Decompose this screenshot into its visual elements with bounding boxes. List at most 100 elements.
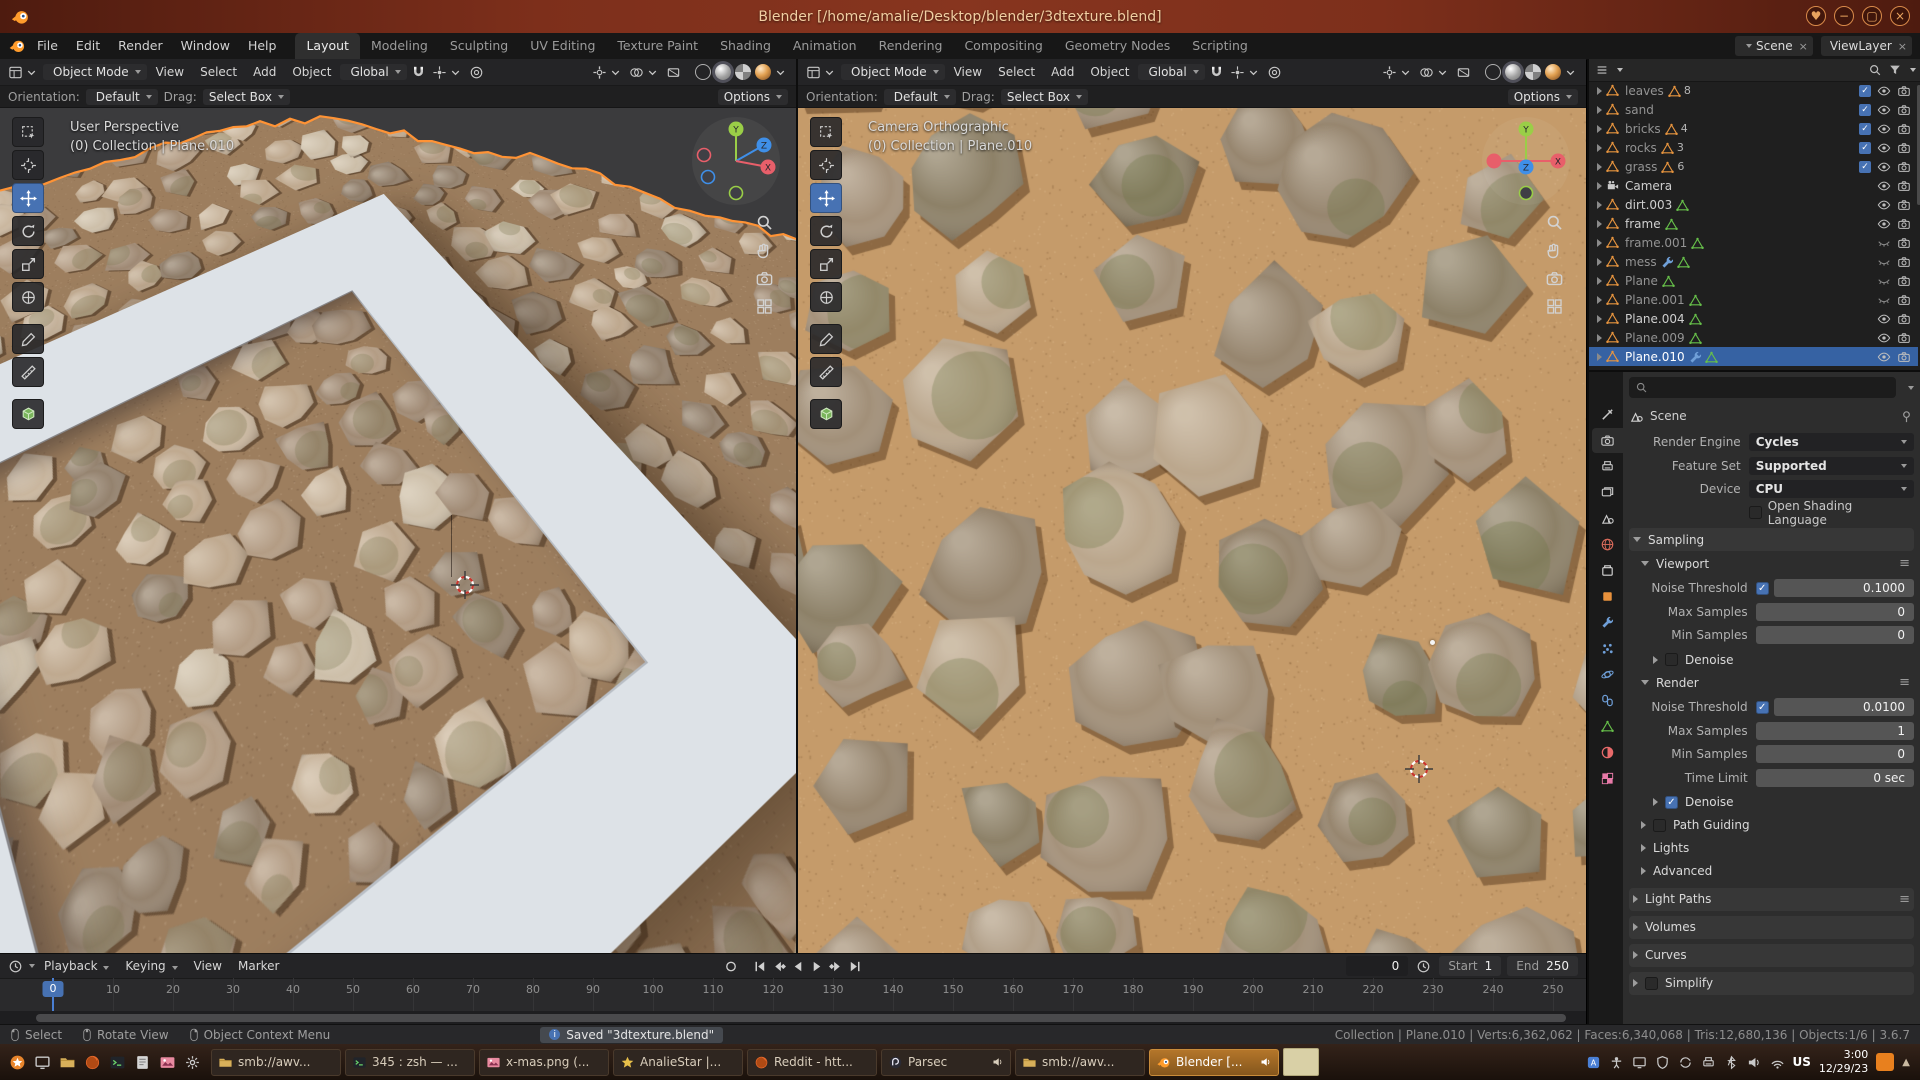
tool-move-button[interactable] [810,183,842,213]
orientation-dropdown[interactable]: Default [884,89,956,105]
tray-volume-icon[interactable] [1747,1055,1762,1070]
orientation-dropdown[interactable]: Default [86,89,158,105]
properties-tab-material[interactable] [1592,740,1623,765]
workspace-tab-layout[interactable]: Layout [295,33,360,59]
viewport-right-canvas-area[interactable]: Camera Orthographic (0) Collection | Pla… [798,107,1586,953]
disclosure-icon[interactable] [1597,87,1602,95]
properties-tab-texture[interactable] [1592,766,1623,791]
play-reverse-button[interactable] [791,959,806,974]
filter-icon[interactable] [1888,63,1902,77]
render-denoise-checkbox[interactable]: ✓ [1665,796,1678,809]
autokey-record-button[interactable] [724,959,739,974]
tool-scale-button[interactable] [12,249,44,279]
disable-render-icon[interactable] [1897,255,1911,269]
shading-dropdown[interactable] [1561,64,1580,81]
tray-accessibility-icon[interactable] [1609,1055,1624,1070]
launcher-image-viewer-icon[interactable] [156,1051,178,1073]
shading-solid-button[interactable] [715,64,731,80]
disable-render-icon[interactable] [1897,217,1911,231]
transform-orientation-dropdown[interactable]: Global [1138,64,1204,80]
feature-set-dropdown[interactable]: Supported [1749,457,1914,475]
hide-viewport-icon[interactable] [1877,236,1891,250]
workspace-tab-texture-paint[interactable]: Texture Paint [606,33,709,59]
workspace-tab-compositing[interactable]: Compositing [953,33,1053,59]
outliner-editor-icon[interactable] [1595,63,1609,77]
taskbar-clock[interactable]: 3:00 12/29/23 [1819,1048,1868,1076]
editor-type-button[interactable] [6,64,41,81]
shading-wireframe-button[interactable] [695,64,711,80]
outliner-item-plane-010[interactable]: Plane.010 [1589,347,1918,366]
menu-view[interactable]: View [947,65,989,79]
mode-dropdown[interactable]: Object Mode [43,64,147,80]
menu-file[interactable]: File [28,33,67,59]
section-render-denoise[interactable]: ✓Denoise [1629,791,1914,814]
menu-select[interactable]: Select [991,65,1042,79]
next-keyframe-button[interactable] [829,959,844,974]
options-dropdown[interactable]: Options [1508,89,1578,105]
disclosure-icon[interactable] [1597,125,1602,133]
taskbar-window-firefox[interactable]: Reddit - htt... [747,1049,877,1076]
tool-measure-button[interactable] [810,357,842,387]
tool-cursor-button[interactable] [12,150,44,180]
xray-toggle[interactable] [1454,64,1473,81]
properties-tab-render[interactable] [1592,428,1623,453]
notifications-icon[interactable] [1876,1053,1894,1071]
tray-display-icon[interactable] [1632,1055,1647,1070]
frame-start-field[interactable]: Start1 [1439,956,1501,976]
launcher-settings-icon[interactable] [181,1051,203,1073]
pan-hand-icon[interactable] [1545,241,1564,260]
outliner-item-camera[interactable]: Camera [1589,176,1918,195]
section-simplify[interactable]: Simplify [1629,972,1914,995]
selectable-checkbox[interactable]: ✓ [1859,161,1871,173]
properties-tab-modifiers[interactable] [1592,610,1623,635]
disclosure-icon[interactable] [1597,182,1602,190]
unlink-scene-icon[interactable]: × [1797,40,1808,53]
viewport-min-samples-field[interactable]: 0 [1756,626,1914,644]
outliner-item-plane-004[interactable]: Plane.004 [1589,309,1918,328]
properties-search-input[interactable] [1629,377,1896,398]
close-button[interactable]: × [1890,6,1910,26]
taskbar-window-image[interactable]: x-mas.png (... [479,1049,609,1076]
hide-viewport-icon[interactable] [1877,141,1891,155]
viewport-left-canvas-area[interactable]: User Perspective (0) Collection | Plane.… [0,107,796,953]
grid-ortho-icon[interactable] [1545,297,1564,316]
workspace-tab-sculpting[interactable]: Sculpting [439,33,519,59]
timeline-menu-view[interactable]: View [187,959,229,973]
menu-add[interactable]: Add [1044,65,1081,79]
tray-expand-icon[interactable]: ▲ [1902,1057,1910,1068]
shading-material-button[interactable] [1525,64,1541,80]
disable-render-icon[interactable] [1897,293,1911,307]
shading-solid-button[interactable] [1505,64,1521,80]
osl-checkbox[interactable] [1749,506,1762,519]
tool-add-cube-button[interactable] [810,399,842,429]
outliner-item-plane-009[interactable]: Plane.009 [1589,328,1918,347]
tool-annotate-button[interactable] [12,324,44,354]
disable-render-icon[interactable] [1897,179,1911,193]
preview-range-icon[interactable] [1414,958,1433,975]
section-advanced[interactable]: Advanced [1629,860,1914,883]
render-max-samples-field[interactable]: 1 [1756,722,1914,740]
launcher-text-editor-icon[interactable] [131,1051,153,1073]
shading-wireframe-button[interactable] [1485,64,1501,80]
render-time-limit-field[interactable]: 0 sec [1756,769,1914,787]
tool-rotate-button[interactable] [12,216,44,246]
snap-toggle[interactable] [409,64,428,81]
taskbar-window-folder[interactable]: smb://awv... [211,1049,341,1076]
tool-rotate-button[interactable] [810,216,842,246]
frame-end-field[interactable]: End250 [1507,956,1578,976]
menu-view[interactable]: View [149,65,191,79]
tool-select-box-button[interactable] [12,117,44,147]
tray-sync-icon[interactable] [1678,1055,1693,1070]
tool-cursor-button[interactable] [810,150,842,180]
taskbar-window-folder[interactable]: smb://awv... [1015,1049,1145,1076]
options-dropdown[interactable]: Options [718,89,788,105]
hide-viewport-icon[interactable] [1877,160,1891,174]
selectable-checkbox[interactable]: ✓ [1859,104,1871,116]
section-sampling[interactable]: Sampling [1629,528,1914,551]
workspace-tab-uv-editing[interactable]: UV Editing [519,33,606,59]
timeline-menu-keying[interactable]: Keying [118,959,184,973]
workspace-tab-scripting[interactable]: Scripting [1181,33,1259,59]
menu-help[interactable]: Help [239,33,286,59]
jump-to-start-button[interactable] [753,959,768,974]
outliner-item-frame-001[interactable]: frame.001 [1589,233,1918,252]
